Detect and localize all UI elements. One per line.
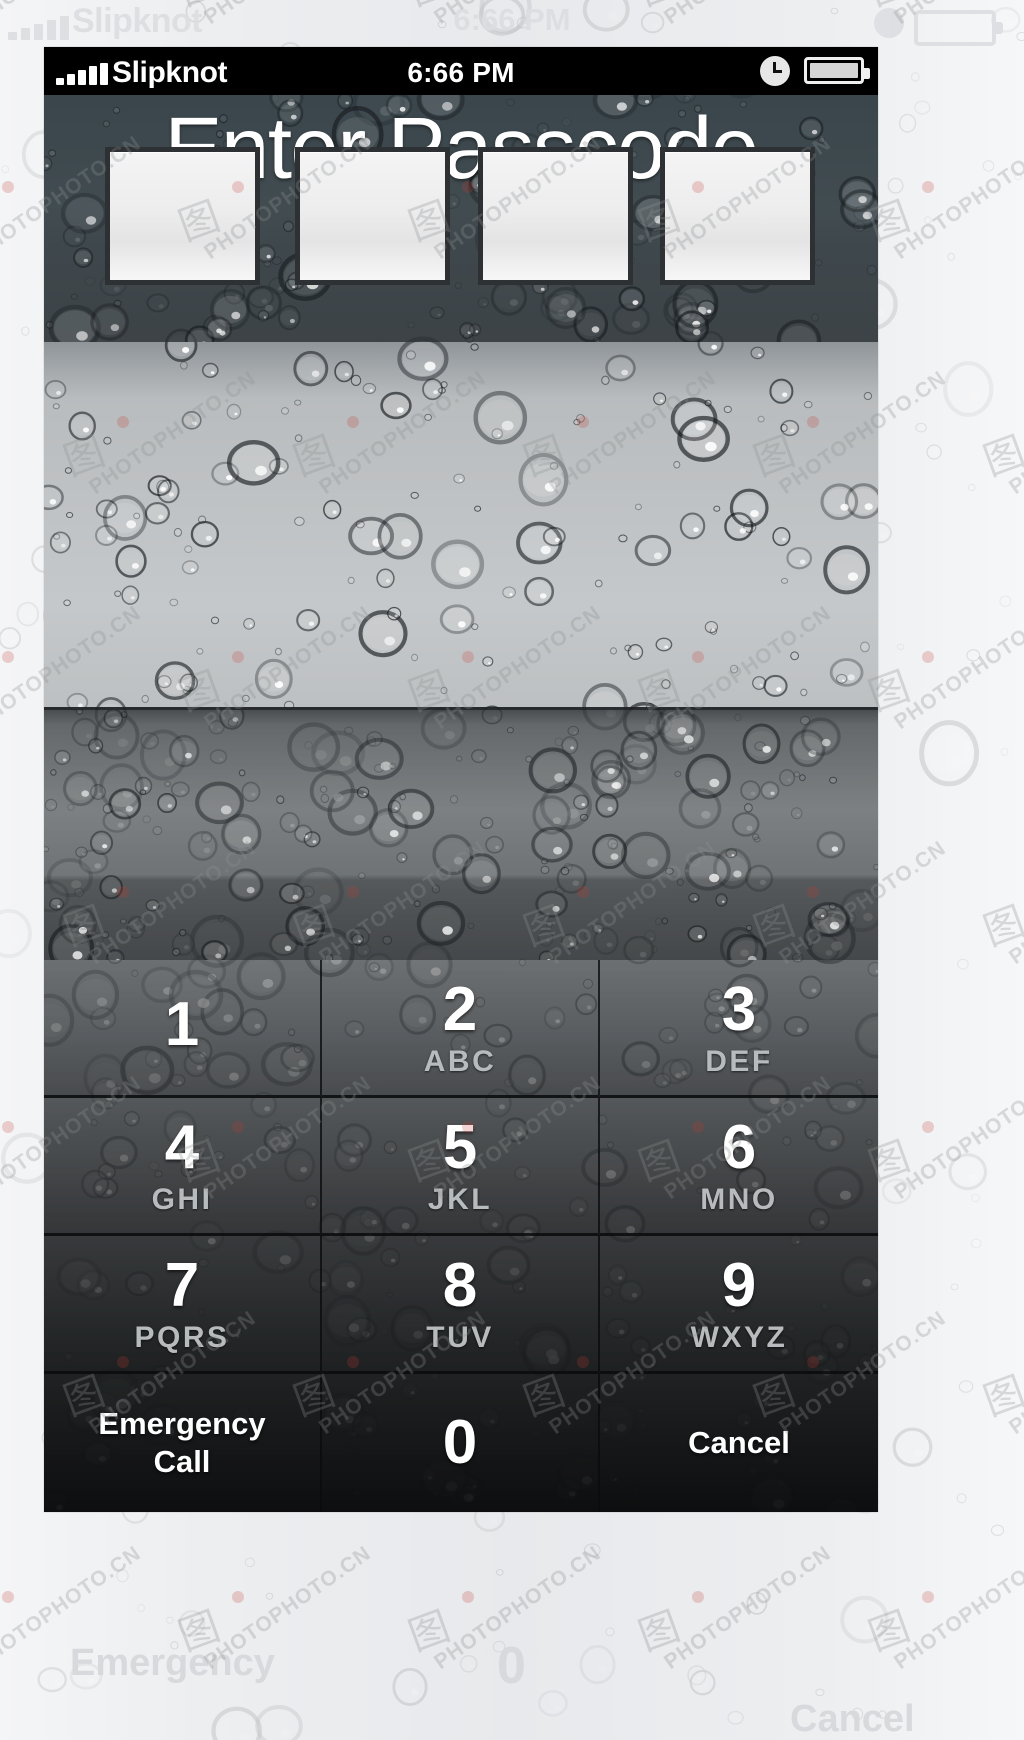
passcode-field-1[interactable] — [105, 147, 260, 285]
phone-screen: Slipknot 6:66 PM Enter Passcode 1 2 ABC … — [44, 47, 878, 1512]
key-6-letters: MNO — [700, 1182, 778, 1216]
alarm-clock-icon — [760, 56, 790, 86]
key-5-letters: JKL — [427, 1182, 493, 1216]
emergency-call-line2: Call — [153, 1444, 211, 1479]
ghost-time-label: 6:66 PM — [453, 2, 571, 37]
key-7[interactable]: 7 PQRS — [44, 1236, 322, 1374]
passcode-keypad: 1 2 ABC 3 DEF 4 GHI 5 JKL 6 MNO 7 PQRS 8 — [44, 960, 878, 1512]
status-time: 6:66 PM — [407, 57, 515, 88]
key-4[interactable]: 4 GHI — [44, 1098, 322, 1236]
key-1-digit: 1 — [164, 989, 200, 1059]
key-2-digit: 2 — [442, 974, 478, 1044]
key-2-letters: ABC — [423, 1044, 497, 1078]
ghost-emergency-label: Emergency — [70, 1642, 275, 1684]
key-8[interactable]: 8 TUV — [322, 1236, 600, 1374]
key-3-letters: DEF — [705, 1044, 773, 1078]
key-0-digit: 0 — [442, 1408, 478, 1477]
battery-full-icon — [804, 57, 870, 84]
key-7-letters: PQRS — [134, 1320, 230, 1354]
key-4-letters: GHI — [151, 1182, 213, 1216]
emergency-call-button[interactable]: Emergency Call — [44, 1374, 322, 1512]
key-5-digit: 5 — [442, 1112, 478, 1182]
key-8-digit: 8 — [442, 1250, 478, 1320]
key-3[interactable]: 3 DEF — [600, 960, 878, 1098]
key-4-digit: 4 — [164, 1112, 200, 1182]
passcode-field-4[interactable] — [660, 147, 815, 285]
key-2[interactable]: 2 ABC — [322, 960, 600, 1098]
key-9-letters: WXYZ — [690, 1320, 788, 1354]
ghost-battery-icon — [914, 10, 1003, 46]
passcode-fields — [44, 147, 878, 287]
ghost-status-bar: Slipknot 6:66 PM — [0, 2, 1024, 48]
ghost-alarm-icon — [874, 8, 904, 38]
cancel-label: Cancel — [688, 1425, 790, 1461]
ghost-cancel-label: Cancel — [790, 1698, 915, 1740]
cancel-button[interactable]: Cancel — [600, 1374, 878, 1512]
passcode-field-2[interactable] — [295, 147, 450, 285]
passcode-band-droplets — [44, 710, 878, 960]
ghost-zero-label: 0 — [497, 1637, 526, 1695]
ghost-bottom-row: Emergency 0 Cancel — [0, 1590, 1024, 1740]
key-6-digit: 6 — [721, 1112, 757, 1182]
passcode-band — [44, 707, 878, 960]
key-1[interactable]: 1 — [44, 960, 322, 1098]
key-8-letters: TUV — [426, 1320, 494, 1354]
key-3-digit: 3 — [721, 974, 757, 1044]
key-9[interactable]: 9 WXYZ — [600, 1236, 878, 1374]
passcode-field-3[interactable] — [478, 147, 633, 285]
status-bar: Slipknot 6:66 PM — [44, 47, 878, 95]
key-0[interactable]: 0 — [322, 1374, 600, 1512]
key-7-digit: 7 — [164, 1250, 200, 1320]
key-6[interactable]: 6 MNO — [600, 1098, 878, 1236]
key-5[interactable]: 5 JKL — [322, 1098, 600, 1236]
key-9-digit: 9 — [721, 1250, 757, 1320]
emergency-call-line1: Emergency — [98, 1406, 266, 1442]
